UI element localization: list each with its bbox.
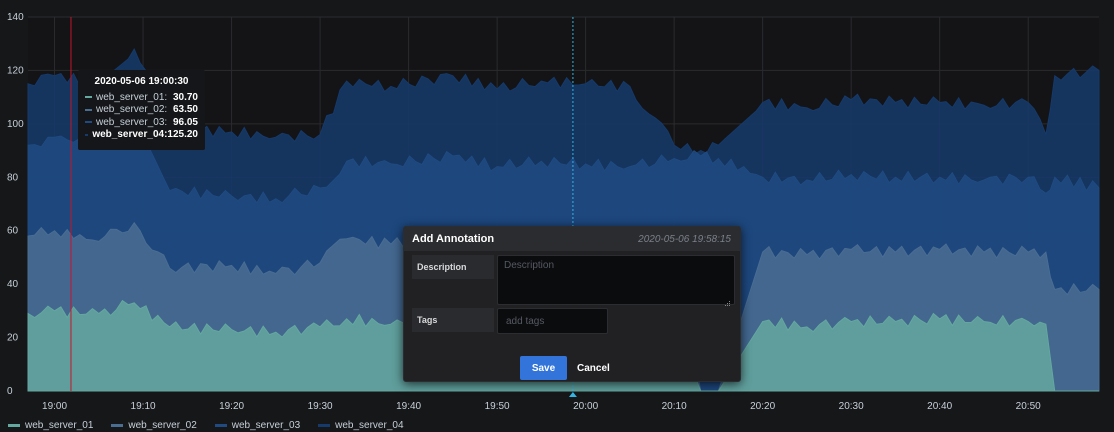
x-tick-label: 19:00 bbox=[42, 401, 67, 412]
x-tick-label: 19:50 bbox=[485, 401, 510, 412]
x-tick-label: 19:40 bbox=[396, 401, 421, 412]
tooltip-series-name: web_server_04: bbox=[92, 129, 168, 141]
legend-label: web_server_04 bbox=[335, 419, 404, 431]
x-tick-label: 19:10 bbox=[131, 401, 156, 412]
description-row: Description bbox=[412, 255, 735, 310]
tooltip-series-value: 125.20 bbox=[167, 129, 198, 141]
legend-label: web_server_03 bbox=[231, 419, 301, 431]
annotation-time: 2020-05-06 19:58:15 bbox=[638, 233, 731, 245]
y-tick-label: 20 bbox=[7, 333, 19, 344]
legend-swatch bbox=[111, 423, 124, 427]
annotation-header: Add Annotation 2020-05-06 19:58:15 bbox=[404, 227, 740, 251]
save-button[interactable]: Save bbox=[520, 356, 567, 380]
legend-label: web_server_01 bbox=[25, 419, 94, 431]
tooltip-series-name: web_server_01: bbox=[96, 91, 168, 103]
tooltip-row: web_server_01: 30.70 bbox=[85, 91, 198, 104]
chart-legend: web_server_01 web_server_02 web_server_0… bbox=[8, 418, 404, 432]
x-tick-label: 20:50 bbox=[1016, 401, 1041, 412]
tooltip-swatch bbox=[85, 133, 89, 136]
x-tick-label: 20:30 bbox=[839, 401, 864, 412]
tooltip-row: web_server_03: 96.05 bbox=[85, 116, 198, 129]
y-tick-label: 100 bbox=[7, 119, 24, 130]
tags-label: Tags bbox=[412, 308, 494, 332]
legend-swatch bbox=[318, 423, 331, 427]
legend-item-server-02[interactable]: web_server_02 bbox=[111, 418, 197, 432]
cancel-button[interactable]: Cancel bbox=[571, 356, 616, 380]
tooltip-series-value: 30.70 bbox=[172, 91, 198, 103]
x-tick-label: 20:40 bbox=[927, 401, 952, 412]
legend-item-server-04[interactable]: web_server_04 bbox=[318, 418, 404, 432]
x-tick-label: 19:20 bbox=[219, 401, 244, 412]
tooltip-row: web_server_02: 63.50 bbox=[85, 104, 198, 117]
x-tick-label: 20:20 bbox=[750, 401, 775, 412]
tooltip-swatch bbox=[85, 121, 92, 124]
tooltip-series-value: 63.50 bbox=[172, 104, 198, 116]
annotation-actions: Save Cancel bbox=[520, 356, 616, 380]
tooltip-time: 2020-05-06 19:00:30 bbox=[94, 76, 189, 87]
resize-handle-icon[interactable] bbox=[725, 301, 731, 307]
tags-input[interactable] bbox=[497, 308, 608, 334]
y-tick-label: 0 bbox=[7, 386, 13, 397]
annotation-title: Add Annotation bbox=[412, 233, 495, 245]
y-tick-label: 120 bbox=[7, 65, 24, 76]
x-tick-label: 20:10 bbox=[662, 401, 687, 412]
y-tick-label: 80 bbox=[7, 172, 19, 183]
description-label: Description bbox=[412, 255, 494, 279]
tooltip-swatch bbox=[85, 96, 92, 99]
tooltip-series-name: web_server_03: bbox=[96, 116, 168, 128]
tooltip-row-highlighted: web_server_04: 125.20 bbox=[85, 129, 198, 142]
description-field[interactable] bbox=[497, 255, 735, 305]
legend-item-server-03[interactable]: web_server_03 bbox=[214, 418, 301, 432]
tooltip-series-value: 96.05 bbox=[172, 116, 198, 128]
tooltip-swatch bbox=[85, 108, 92, 111]
x-tick-label: 19:30 bbox=[308, 401, 333, 412]
legend-label: web_server_02 bbox=[128, 419, 197, 431]
y-tick-label: 40 bbox=[7, 279, 19, 290]
tags-row: Tags bbox=[412, 308, 608, 334]
annotation-marker-icon[interactable] bbox=[568, 392, 577, 397]
hover-tooltip: 2020-05-06 19:00:30 web_server_01: 30.70… bbox=[78, 70, 205, 150]
add-annotation-dialog: Add Annotation 2020-05-06 19:58:15 Descr… bbox=[403, 226, 741, 382]
x-tick-label: 20:00 bbox=[573, 401, 598, 412]
legend-item-server-01[interactable]: web_server_01 bbox=[8, 418, 93, 432]
legend-swatch bbox=[8, 423, 20, 427]
y-tick-label: 60 bbox=[7, 226, 19, 237]
legend-swatch bbox=[214, 423, 227, 427]
y-tick-label: 140 bbox=[7, 12, 24, 23]
tooltip-series-name: web_server_02: bbox=[96, 104, 168, 116]
